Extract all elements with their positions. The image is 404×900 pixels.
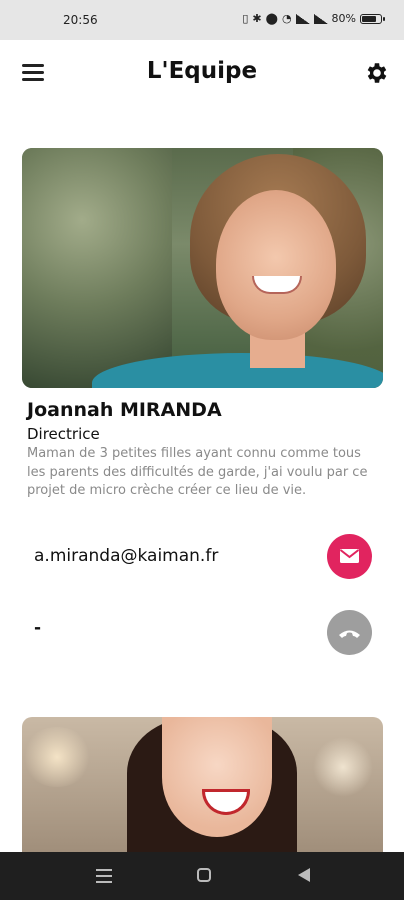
- location-icon: ⬤: [265, 12, 278, 25]
- battery-icon: [360, 13, 385, 24]
- battery-fill: [362, 15, 376, 22]
- email-row: a.miranda@kaiman.fr: [0, 532, 404, 580]
- back-icon[interactable]: [298, 868, 310, 882]
- member-name: Joannah MIRANDA: [27, 399, 222, 421]
- wifi-icon: ◔: [281, 12, 292, 25]
- recent-apps-icon[interactable]: [96, 869, 112, 883]
- member-role: Directrice: [27, 425, 100, 443]
- email-button[interactable]: [327, 534, 372, 579]
- member-photo: [22, 148, 383, 388]
- member-photo-2: [22, 717, 383, 857]
- member-bio: Maman de 3 petites filles ayant connu co…: [27, 446, 368, 498]
- status-icons: ▯ ✱ ⬤ ◔ 80%: [242, 12, 385, 25]
- member-email[interactable]: a.miranda@kaiman.fr: [34, 546, 218, 566]
- member-phone[interactable]: -: [34, 618, 41, 638]
- mail-icon: [339, 549, 360, 563]
- status-time: 20:56: [63, 13, 98, 27]
- battery-percent: 80%: [331, 12, 356, 25]
- phone-row: -: [0, 608, 404, 656]
- page-title: L'Equipe: [146, 58, 258, 84]
- vibrate-icon: ▯: [242, 12, 249, 25]
- call-button[interactable]: [327, 610, 372, 655]
- status-bar: 20:56 ▯ ✱ ⬤ ◔ 80%: [0, 0, 404, 40]
- home-icon[interactable]: [197, 868, 211, 882]
- app-bar: L'Equipe: [0, 40, 404, 106]
- system-nav-bar: [0, 852, 404, 900]
- signal-icon-2: [313, 13, 328, 24]
- gear-icon[interactable]: [364, 60, 390, 86]
- bluetooth-icon: ✱: [252, 12, 262, 25]
- phone-icon: [339, 630, 360, 638]
- signal-icon: [295, 13, 310, 24]
